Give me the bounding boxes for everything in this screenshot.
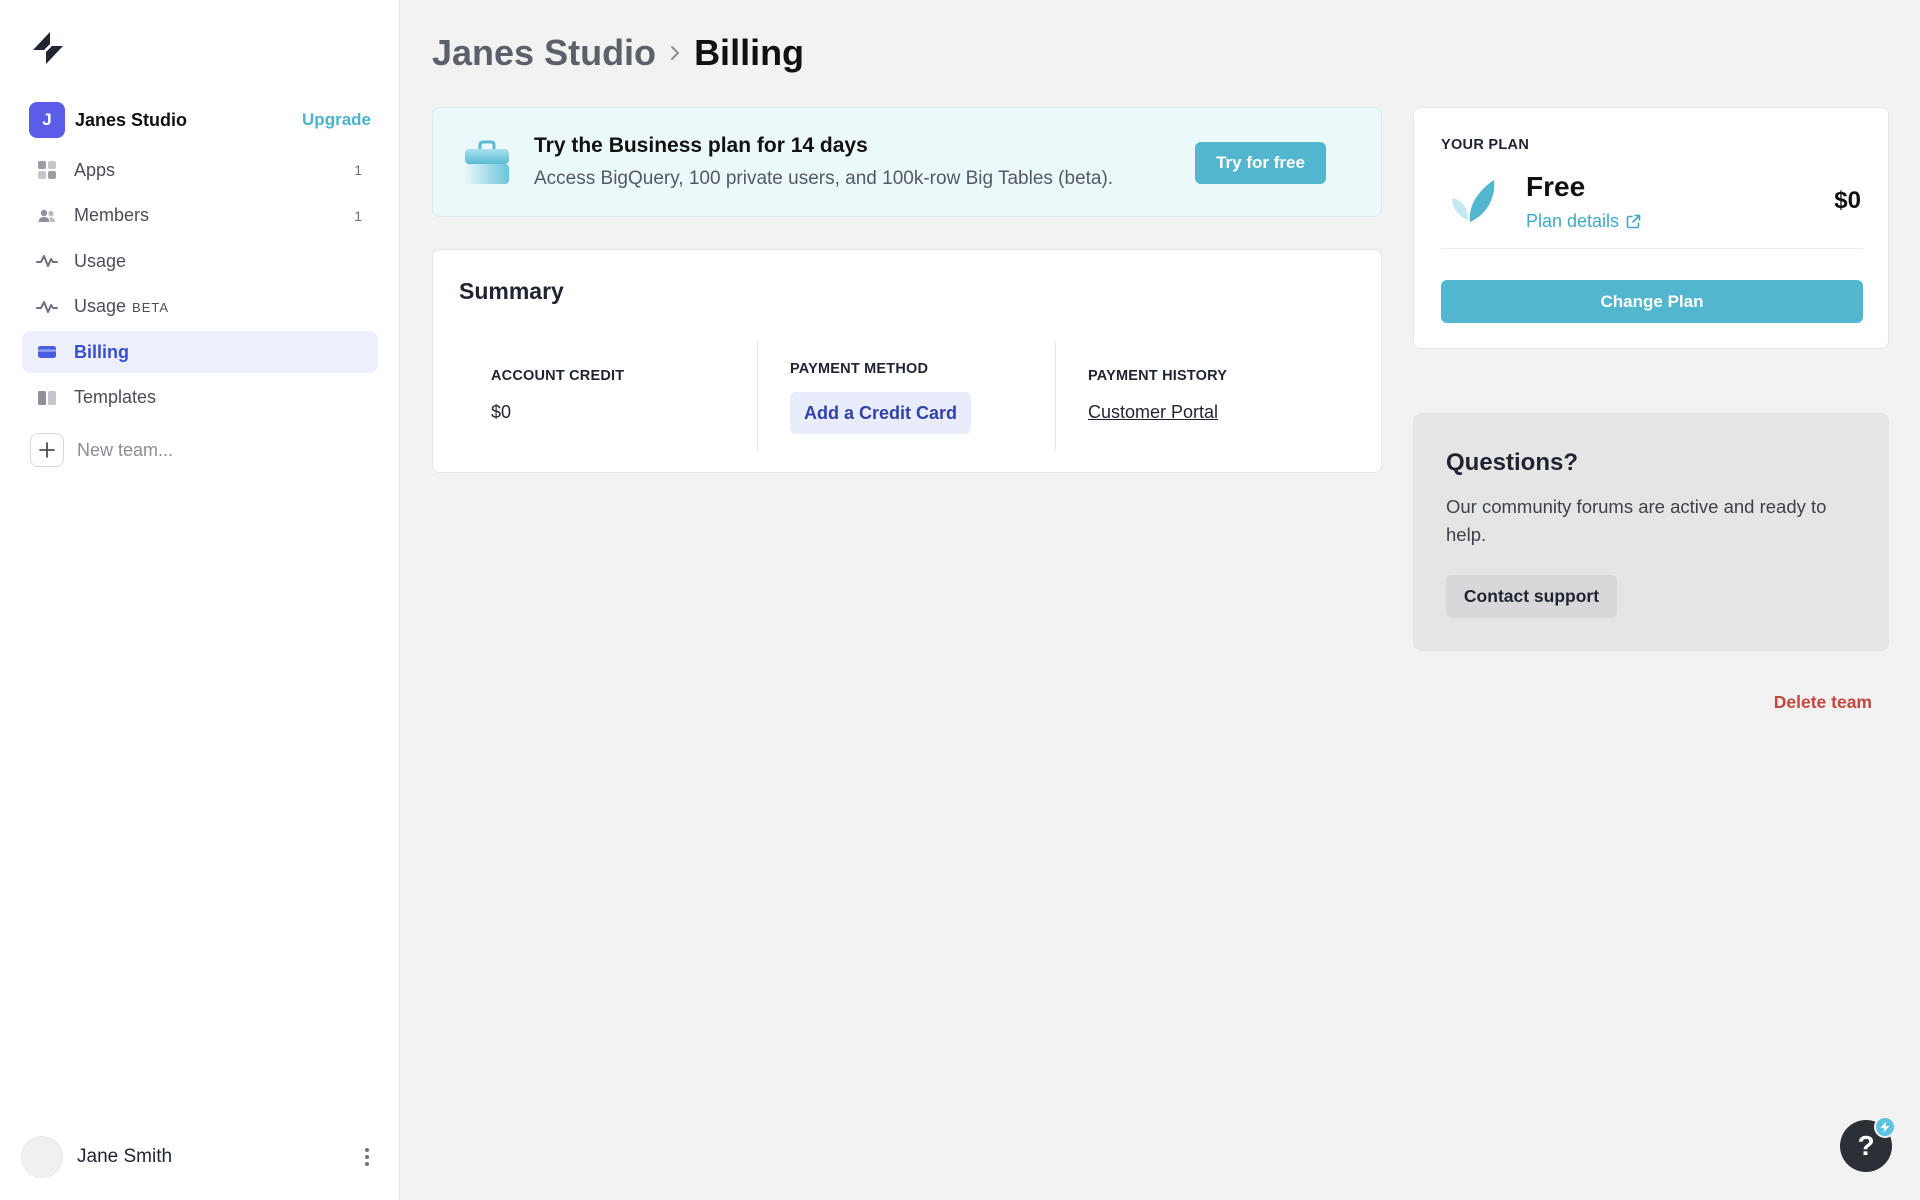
plus-icon — [30, 433, 64, 467]
sidebar-item-apps[interactable]: Apps 1 — [22, 149, 378, 191]
team-avatar: J — [29, 102, 65, 138]
sidebar-item-label: Usage — [74, 250, 127, 271]
account-credit-label: ACCOUNT CREDIT — [491, 368, 625, 384]
sidebar-item-label: Billing — [74, 341, 129, 362]
plan-details-link[interactable]: Plan details — [1526, 211, 1641, 232]
business-trial-banner: Try the Business plan for 14 days Access… — [432, 107, 1382, 217]
glide-logo-icon[interactable] — [30, 30, 66, 66]
try-for-free-button[interactable]: Try for free — [1195, 142, 1326, 184]
breadcrumb: Janes Studio Billing — [432, 30, 804, 76]
breadcrumb-team[interactable]: Janes Studio — [432, 32, 656, 74]
user-menu[interactable]: Jane Smith — [21, 1136, 377, 1178]
team-switcher[interactable]: J Janes Studio Upgrade — [29, 102, 371, 138]
sidebar-item-billing[interactable]: Billing — [22, 331, 378, 373]
plan-details-label: Plan details — [1526, 211, 1620, 231]
new-team-button[interactable]: New team... — [30, 433, 173, 467]
upgrade-link[interactable]: Upgrade — [302, 110, 371, 130]
sidebar-item-label: Members — [74, 205, 150, 225]
activity-icon — [36, 296, 58, 318]
customer-portal-link[interactable]: Customer Portal — [1088, 402, 1218, 423]
sidebar-item-usage[interactable]: Usage — [22, 240, 378, 282]
sidebar-item-templates[interactable]: Templates — [22, 377, 378, 419]
team-name: Janes Studio — [75, 109, 188, 130]
sidebar-item-usage-beta[interactable]: Usage BETA — [22, 286, 378, 328]
plan-name: Free — [1526, 171, 1586, 202]
account-credit-value: $0 — [491, 402, 512, 422]
sidebar-item-members[interactable]: Members 1 — [22, 195, 378, 237]
column-divider — [1055, 341, 1056, 451]
sidebar-item-label: Templates — [74, 387, 157, 407]
leaf-icon — [1450, 178, 1500, 224]
banner-subtitle: Access BigQuery, 100 private users, and … — [534, 168, 1114, 189]
grid-icon — [36, 159, 58, 181]
lightning-badge-icon — [1874, 1116, 1896, 1138]
sidebar-item-count: 1 — [354, 162, 362, 178]
sidebar-item-label-text: Usage — [74, 296, 127, 316]
beta-badge: BETA — [132, 300, 170, 315]
avatar — [21, 1136, 63, 1178]
more-vertical-icon[interactable] — [357, 1145, 377, 1169]
sidebar-item-label: Usage BETA — [74, 296, 362, 317]
external-link-icon — [1626, 214, 1641, 229]
users-icon — [36, 205, 58, 227]
chevron-right-icon — [668, 43, 682, 63]
column-divider — [757, 341, 758, 451]
credit-card-icon — [36, 341, 58, 363]
your-plan-label: YOUR PLAN — [1441, 137, 1530, 153]
summary-title: Summary — [459, 278, 564, 304]
new-team-label: New team... — [77, 439, 174, 460]
sidebar-item-count: 1 — [354, 207, 362, 224]
add-credit-card-button[interactable]: Add a Credit Card — [790, 392, 971, 434]
questions-card: Questions? Our community forums are acti… — [1413, 413, 1889, 651]
banner-title: Try the Business plan for 14 days — [534, 134, 868, 157]
current-plan-card: YOUR PLAN Free Plan details $0 Change Pl… — [1413, 107, 1889, 349]
questions-text: Our community forums are active and read… — [1446, 496, 1827, 545]
payment-method-label: PAYMENT METHOD — [790, 361, 929, 377]
billing-summary-card: Summary ACCOUNT CREDIT $0 PAYMENT METHOD… — [432, 249, 1382, 473]
help-label: ? — [1857, 1130, 1875, 1161]
page-title: Billing — [694, 32, 805, 73]
plan-price: $0 — [1834, 187, 1861, 214]
delete-team-button[interactable]: Delete team — [1774, 692, 1872, 713]
payment-history-label: PAYMENT HISTORY — [1088, 368, 1228, 384]
briefcase-icon — [463, 140, 511, 186]
sidebar: J Janes Studio Upgrade Apps 1 Members 1 … — [0, 0, 400, 1200]
divider — [1441, 248, 1863, 249]
contact-support-button[interactable]: Contact support — [1446, 575, 1617, 618]
questions-title: Questions? — [1446, 449, 1579, 476]
templates-icon — [36, 387, 58, 409]
change-plan-button[interactable]: Change Plan — [1441, 280, 1863, 323]
user-name: Jane Smith — [77, 1146, 173, 1167]
sidebar-item-label: Apps — [74, 159, 116, 180]
sidebar-nav: Apps 1 Members 1 Usage Usage BETA Billin… — [22, 149, 378, 422]
activity-icon — [36, 250, 58, 272]
